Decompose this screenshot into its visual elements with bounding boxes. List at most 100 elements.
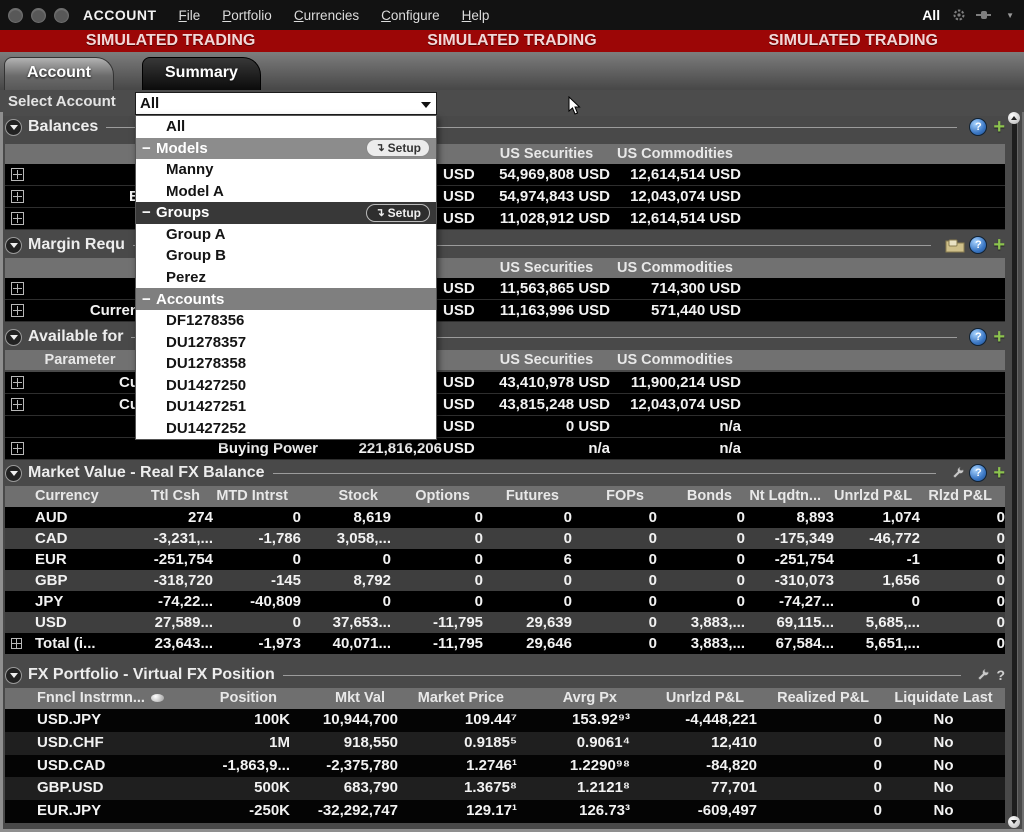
- column-header[interactable]: Avrg Px: [517, 688, 630, 709]
- expand-icon[interactable]: [11, 282, 24, 295]
- dropdown-item[interactable]: Model A: [136, 181, 436, 203]
- pin-icon[interactable]: [976, 10, 994, 20]
- dropdown-item[interactable]: Manny: [136, 159, 436, 181]
- menu-configure[interactable]: Configure: [381, 8, 440, 23]
- account-combobox[interactable]: All: [135, 92, 437, 115]
- scrollbar-track[interactable]: [1012, 120, 1018, 824]
- column-header-us-securities[interactable]: US Securities: [483, 258, 610, 278]
- collapse-toggle-icon[interactable]: [5, 667, 22, 684]
- column-header-parameter[interactable]: Parameter: [5, 350, 155, 370]
- dropdown-item[interactable]: Group A: [136, 224, 436, 246]
- column-header[interactable]: Bonds: [657, 486, 745, 507]
- wrench-icon[interactable]: [975, 668, 990, 683]
- column-header[interactable]: Futures: [483, 486, 572, 507]
- group-collapse-icon[interactable]: −: [142, 291, 156, 308]
- help-icon[interactable]: ?: [969, 118, 987, 136]
- position-row[interactable]: GBP.USD500K683,7901.3675⁸1.2121⁸77,7010N…: [5, 777, 1005, 800]
- column-header[interactable]: Nt Lqdtn...: [745, 486, 834, 507]
- expand-icon[interactable]: [11, 168, 24, 181]
- column-header[interactable]: Mkt Val: [290, 688, 398, 709]
- account-data-row[interactable]: Buying Power221,816,206USDn/an/a: [5, 438, 1005, 460]
- currency-row[interactable]: USD27,589...037,653...-11,79529,63903,88…: [5, 612, 1005, 633]
- scroll-up-button[interactable]: [1008, 112, 1020, 124]
- tab-account[interactable]: Account: [4, 57, 114, 90]
- wrench-icon[interactable]: [950, 466, 965, 481]
- group-collapse-icon[interactable]: −: [142, 204, 156, 221]
- column-header[interactable]: Fnncl Instrmn...: [5, 688, 175, 709]
- menu-file[interactable]: File: [179, 8, 201, 23]
- dropdown-item[interactable]: All: [136, 116, 436, 138]
- column-header[interactable]: Realized P&L: [757, 688, 882, 709]
- column-header[interactable]: Position: [175, 688, 290, 709]
- vertical-scrollbar[interactable]: [1008, 112, 1022, 832]
- help-icon[interactable]: ?: [969, 464, 987, 482]
- column-header[interactable]: Market Price: [398, 688, 517, 709]
- column-header[interactable]: Stock: [301, 486, 391, 507]
- column-header[interactable]: Rlzd P&L: [920, 486, 1005, 507]
- column-header[interactable]: Options: [391, 486, 483, 507]
- column-header[interactable]: Ttl Csh: [95, 486, 213, 507]
- menu-portfolio[interactable]: Portfolio: [222, 8, 272, 23]
- tab-summary[interactable]: Summary: [142, 57, 261, 90]
- setup-button[interactable]: ↴Setup: [366, 139, 430, 157]
- add-row-icon[interactable]: +: [993, 329, 1005, 345]
- column-header-us-commodities[interactable]: US Commodities: [605, 258, 745, 278]
- position-row[interactable]: USD.CHF1M918,5500.9185⁵0.9061⁴12,4100No: [5, 732, 1005, 755]
- chevron-down-icon[interactable]: ▼: [1006, 11, 1014, 20]
- currency-row[interactable]: JPY-74,22...-40,80900000-74,27...00: [5, 591, 1005, 612]
- dropdown-item[interactable]: DU1427250: [136, 374, 436, 396]
- dropdown-item[interactable]: DU1278358: [136, 353, 436, 375]
- dropdown-group-header[interactable]: −Models↴Setup: [136, 138, 436, 160]
- dropdown-group-header[interactable]: −Accounts: [136, 288, 436, 310]
- dropdown-item[interactable]: DF1278356: [136, 310, 436, 332]
- dropdown-item[interactable]: DU1427252: [136, 417, 436, 439]
- help-icon[interactable]: ?: [969, 236, 987, 254]
- help-icon[interactable]: ?: [996, 667, 1005, 683]
- column-header[interactable]: Currency: [5, 486, 95, 507]
- expand-icon[interactable]: [11, 212, 24, 225]
- scroll-down-button[interactable]: [1008, 816, 1020, 828]
- column-header-us-commodities[interactable]: US Commodities: [605, 144, 745, 164]
- currency-row[interactable]: EUR-251,754000600-251,754-10: [5, 549, 1005, 570]
- currency-row[interactable]: Total (i...23,643...-1,97340,071...-11,7…: [5, 633, 1005, 654]
- collapse-toggle-icon[interactable]: [5, 119, 22, 136]
- column-filter-dot-icon[interactable]: [151, 694, 164, 702]
- position-row[interactable]: USD.JPY100K10,944,700109.44⁷153.92⁹³-4,4…: [5, 709, 1005, 732]
- column-header[interactable]: Liquidate Last: [882, 688, 1005, 709]
- window-close-button[interactable]: [8, 8, 23, 23]
- setup-button[interactable]: ↴Setup: [366, 204, 430, 222]
- menu-currencies[interactable]: Currencies: [294, 8, 359, 23]
- dropdown-item[interactable]: Group B: [136, 245, 436, 267]
- column-header-us-commodities[interactable]: US Commodities: [605, 350, 745, 370]
- menu-help[interactable]: Help: [462, 8, 490, 23]
- dropdown-item[interactable]: Perez: [136, 267, 436, 289]
- column-header-us-securities[interactable]: US Securities: [483, 144, 610, 164]
- window-zoom-button[interactable]: [54, 8, 69, 23]
- window-minimize-button[interactable]: [31, 8, 46, 23]
- collapse-toggle-icon[interactable]: [5, 329, 22, 346]
- position-row[interactable]: EUR.JPY-250K-32,292,747129.17¹126.73³-60…: [5, 800, 1005, 823]
- group-collapse-icon[interactable]: −: [142, 140, 156, 157]
- expand-icon[interactable]: [11, 638, 22, 649]
- column-header[interactable]: Unrlzd P&L: [834, 486, 920, 507]
- help-icon[interactable]: ?: [969, 328, 987, 346]
- column-header[interactable]: Unrlzd P&L: [630, 688, 757, 709]
- gear-icon[interactable]: [952, 8, 966, 22]
- currency-row[interactable]: CAD-3,231,...-1,7863,058,...0000-175,349…: [5, 528, 1005, 549]
- portfolio-margin-folder-icon[interactable]: [945, 238, 965, 253]
- add-row-icon[interactable]: +: [993, 465, 1005, 481]
- column-header[interactable]: FOPs: [572, 486, 657, 507]
- currency-row[interactable]: GBP-318,720-1458,7920000-310,0731,6560: [5, 570, 1005, 591]
- column-header-us-securities[interactable]: US Securities: [483, 350, 610, 370]
- currency-row[interactable]: AUD27408,61900008,8931,0740: [5, 507, 1005, 528]
- position-row[interactable]: USD.CAD-1,863,9...-2,375,7801.2746¹1.229…: [5, 755, 1005, 778]
- dropdown-item[interactable]: DU1427251: [136, 396, 436, 418]
- collapse-toggle-icon[interactable]: [5, 237, 22, 254]
- add-row-icon[interactable]: +: [993, 119, 1005, 135]
- dropdown-item[interactable]: DU1278357: [136, 331, 436, 353]
- dropdown-group-header[interactable]: −Groups↴Setup: [136, 202, 436, 224]
- add-row-icon[interactable]: +: [993, 237, 1005, 253]
- account-scope-label[interactable]: All: [922, 7, 940, 23]
- collapse-toggle-icon[interactable]: [5, 465, 22, 482]
- column-header[interactable]: MTD Intrst: [213, 486, 301, 507]
